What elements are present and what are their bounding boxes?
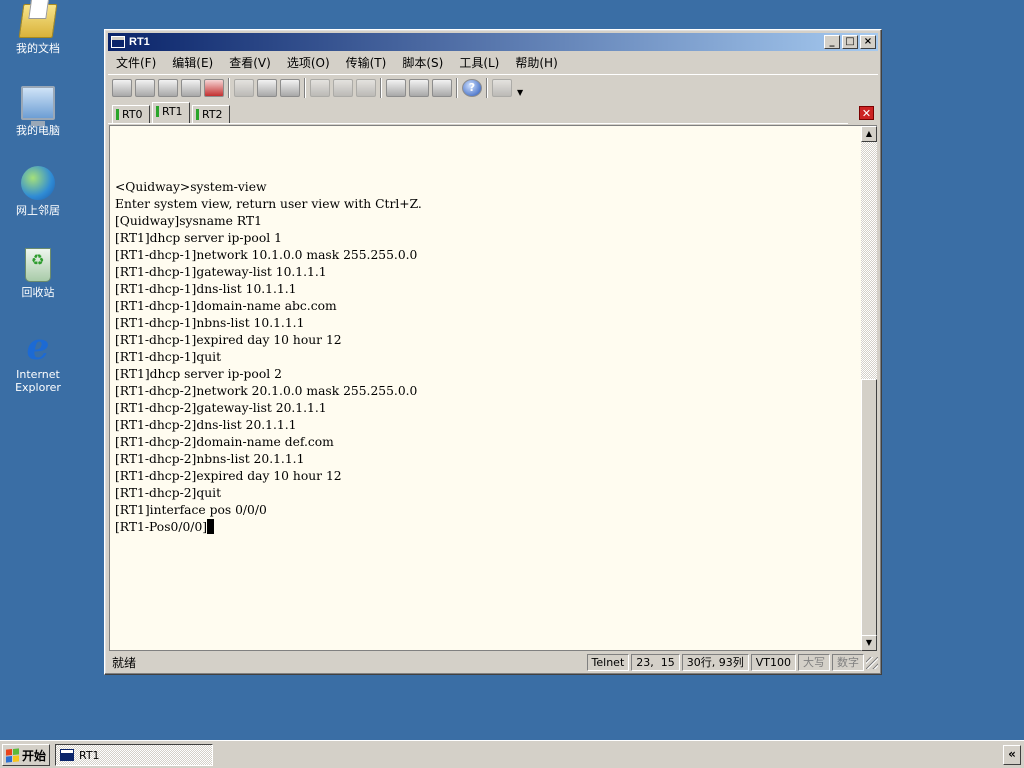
tab-strip-line	[108, 123, 848, 124]
menu-tools[interactable]: 工具(L)	[451, 54, 507, 71]
toolbar: ? ▼	[108, 74, 878, 100]
help-icon[interactable]: ?	[462, 78, 482, 97]
scroll-up-icon[interactable]: ▲	[861, 126, 877, 142]
session-options-icon[interactable]	[386, 78, 406, 97]
connect-tab-icon[interactable]	[158, 78, 178, 97]
windows-logo-icon	[6, 747, 19, 763]
app-window: RT1 _ □ × 文件(F) 编辑(E) 查看(V) 选项(O) 传输(T) …	[104, 29, 882, 675]
toolbar-separator	[486, 77, 488, 98]
desktop-icon-internet-explorer[interactable]: e Internet Explorer	[6, 326, 70, 394]
computer-icon	[21, 86, 55, 126]
quick-connect-icon[interactable]	[135, 78, 155, 97]
vertical-scrollbar[interactable]: ▲ ▼	[861, 125, 877, 651]
status-ready: 就绪	[112, 656, 137, 670]
terminal-output[interactable]: <Quidway>system-view Enter system view, …	[109, 125, 861, 651]
copy-icon[interactable]	[234, 78, 254, 97]
menu-options[interactable]: 选项(O)	[279, 54, 338, 71]
tab-rt0[interactable]: RT0	[112, 105, 150, 123]
menu-edit[interactable]: 编辑(E)	[164, 54, 221, 71]
desktop-icon-label: 我的文档	[16, 42, 60, 55]
terminal-cursor	[207, 519, 215, 534]
toolbar-overflow-icon[interactable]: ▼	[517, 88, 523, 97]
toolbar-separator	[228, 77, 230, 98]
tray-expand-icon[interactable]: «	[1003, 745, 1021, 765]
status-protocol: Telnet	[586, 654, 630, 671]
print-icon[interactable]	[310, 78, 330, 97]
network-icon	[21, 166, 55, 200]
desktop-icon-recycle-bin[interactable]: 回收站	[6, 248, 70, 299]
resize-grip[interactable]	[866, 656, 878, 669]
menu-view[interactable]: 查看(V)	[221, 54, 279, 71]
taskbar: 开始 RT1 «	[0, 740, 1024, 768]
desktop-icon-label: 网上邻居	[16, 204, 60, 217]
app-icon	[111, 36, 125, 48]
disconnect-icon[interactable]	[204, 78, 224, 97]
session-tabs: RT0 RT1 RT2 ✕	[108, 102, 878, 124]
keymap-icon[interactable]	[492, 78, 512, 97]
desktop-icon-my-computer[interactable]: 我的电脑	[6, 86, 70, 137]
menu-script[interactable]: 脚本(S)	[394, 54, 451, 71]
start-label: 开始	[22, 748, 47, 763]
reconnect-icon[interactable]	[181, 78, 201, 97]
toolbar-separator	[380, 77, 382, 98]
toolbar-separator	[456, 77, 458, 98]
status-cursor-position: 23, 15	[631, 654, 680, 671]
menu-bar: 文件(F) 编辑(E) 查看(V) 选项(O) 传输(T) 脚本(S) 工具(L…	[108, 52, 878, 72]
folder-documents-icon	[18, 4, 58, 38]
global-options-icon[interactable]	[409, 78, 429, 97]
menu-transfer[interactable]: 传输(T)	[338, 54, 395, 71]
internet-explorer-icon: e	[26, 326, 50, 368]
scroll-thumb[interactable]	[861, 379, 877, 636]
menu-file[interactable]: 文件(F)	[108, 54, 164, 71]
connect-icon[interactable]	[112, 78, 132, 97]
desktop-icon-label: 回收站	[21, 286, 55, 299]
paste-icon[interactable]	[257, 78, 277, 97]
recycle-bin-icon	[25, 248, 51, 282]
status-emulation: VT100	[750, 654, 796, 671]
taskbar-button-rt1[interactable]: RT1	[55, 744, 213, 766]
desktop-icon-network[interactable]: 网上邻居	[6, 166, 70, 217]
maximize-button[interactable]: □	[842, 35, 858, 49]
tab-rt2[interactable]: RT2	[192, 105, 230, 123]
app-icon	[60, 749, 74, 761]
status-caps: 大写	[798, 654, 830, 671]
terminal-prompt: [RT1-Pos0/0/0]	[115, 520, 208, 534]
taskbar-button-label: RT1	[79, 748, 100, 762]
desktop-icon-label: Internet Explorer	[15, 368, 61, 394]
key-icon[interactable]	[432, 78, 452, 97]
toolbar-separator	[304, 77, 306, 98]
status-num: 数字	[832, 654, 864, 671]
print-setup-icon[interactable]	[333, 78, 353, 97]
terminal-text: <Quidway>system-view Enter system view, …	[115, 180, 422, 517]
status-size: 30行, 93列	[681, 654, 749, 671]
window-title: RT1	[129, 36, 150, 48]
desktop-icon-my-documents[interactable]: 我的文档	[6, 4, 70, 55]
tab-rt1[interactable]: RT1	[152, 102, 190, 123]
minimize-button[interactable]: _	[824, 35, 840, 49]
window-titlebar[interactable]: RT1 _ □ ×	[108, 33, 878, 51]
status-bar: 就绪 Telnet 23, 15 30行, 93列 VT100 大写 数字	[108, 653, 878, 672]
find-icon[interactable]	[280, 78, 300, 97]
close-tab-icon[interactable]: ✕	[859, 106, 874, 120]
close-button[interactable]: ×	[860, 35, 876, 49]
menu-help[interactable]: 帮助(H)	[507, 54, 565, 71]
printer-icon[interactable]	[356, 78, 376, 97]
start-button[interactable]: 开始	[2, 744, 50, 766]
scroll-down-icon[interactable]: ▼	[861, 635, 877, 651]
